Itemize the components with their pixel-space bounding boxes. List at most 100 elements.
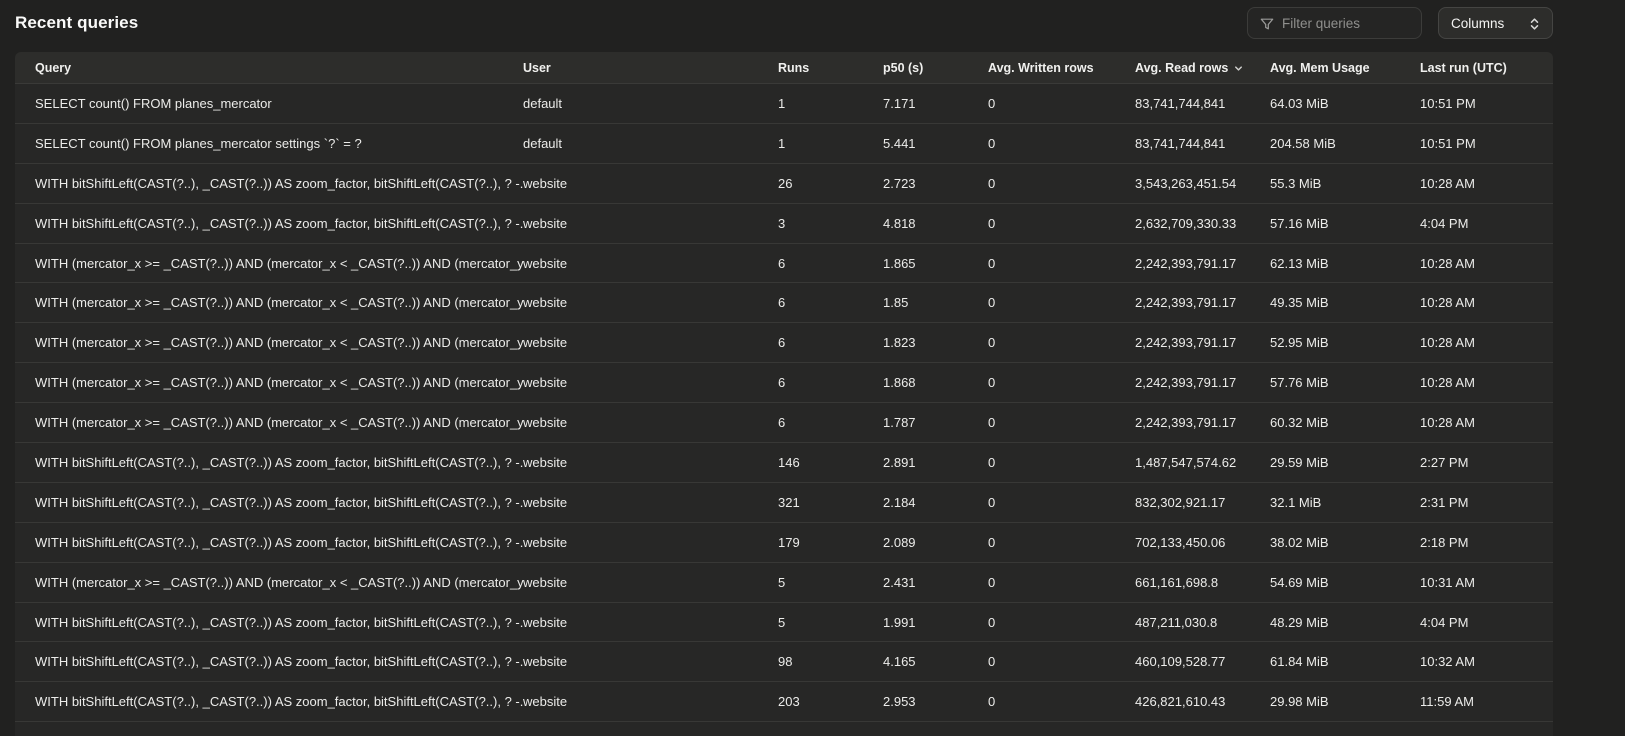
cell-p50: 1.868 — [883, 375, 988, 390]
cell-p50: 1.85 — [883, 295, 988, 310]
cell-written: 0 — [988, 256, 1135, 271]
query-row[interactable]: WITH (mercator_x >= _CAST(?..)) AND (mer… — [15, 244, 1553, 284]
cell-runs: 5 — [778, 615, 883, 630]
column-header-query[interactable]: Query — [15, 61, 523, 75]
cell-last_run: 10:28 AM — [1420, 375, 1553, 390]
cell-runs: 3 — [778, 216, 883, 231]
cell-user: default — [523, 136, 778, 151]
cell-runs: 6 — [778, 295, 883, 310]
cell-read: 1,487,547,574.62 — [1135, 455, 1270, 470]
cell-read: 661,161,698.8 — [1135, 575, 1270, 590]
cell-read: 2,242,393,791.17 — [1135, 415, 1270, 430]
chevron-down-icon — [1233, 63, 1244, 74]
cell-mem: 64.03 MiB — [1270, 96, 1420, 111]
cell-read: 702,133,450.06 — [1135, 535, 1270, 550]
column-header-read[interactable]: Avg. Read rows — [1135, 61, 1270, 75]
cell-last_run: 2:27 PM — [1420, 455, 1553, 470]
cell-written: 0 — [988, 535, 1135, 550]
cell-mem: 61.84 MiB — [1270, 654, 1420, 669]
cell-written: 0 — [988, 455, 1135, 470]
column-header-last_run[interactable]: Last run (UTC) — [1420, 61, 1553, 75]
cell-written: 0 — [988, 335, 1135, 350]
table-header-row: Query UserRuns p50 (s) Avg. Written rows Avg… — [15, 52, 1553, 84]
cell-user: website — [523, 455, 778, 470]
columns-select-label: Columns — [1451, 16, 1504, 31]
query-row[interactable]: WITH bitShiftLeft(CAST(?..), _CAST(?..))… — [15, 443, 1553, 483]
cell-query: WITH (mercator_x >= _CAST(?..)) AND (mer… — [15, 575, 523, 590]
cell-p50: 2.891 — [883, 455, 988, 470]
cell-written: 0 — [988, 615, 1135, 630]
table-body: SELECT count() FROM planes_mercatordefau… — [15, 84, 1553, 722]
cell-user: website — [523, 535, 778, 550]
cell-read: 426,821,610.43 — [1135, 694, 1270, 709]
cell-runs: 6 — [778, 256, 883, 271]
query-row[interactable]: WITH (mercator_x >= _CAST(?..)) AND (mer… — [15, 283, 1553, 323]
cell-user: website — [523, 654, 778, 669]
query-row[interactable]: WITH bitShiftLeft(CAST(?..), _CAST(?..))… — [15, 682, 1553, 722]
column-header-label: Runs — [778, 61, 809, 75]
column-header-user[interactable]: User — [523, 61, 778, 75]
query-row[interactable]: WITH (mercator_x >= _CAST(?..)) AND (mer… — [15, 323, 1553, 363]
query-row[interactable]: WITH bitShiftLeft(CAST(?..), _CAST(?..))… — [15, 523, 1553, 563]
query-row[interactable]: WITH bitShiftLeft(CAST(?..), _CAST(?..))… — [15, 642, 1553, 682]
column-header-label: Last run (UTC) — [1420, 61, 1507, 75]
cell-mem: 49.35 MiB — [1270, 295, 1420, 310]
cell-read: 83,741,744,841 — [1135, 96, 1270, 111]
cell-runs: 1 — [778, 96, 883, 111]
cell-p50: 2.953 — [883, 694, 988, 709]
cell-query: WITH bitShiftLeft(CAST(?..), _CAST(?..))… — [15, 694, 523, 709]
cell-query: SELECT count() FROM planes_mercator sett… — [15, 136, 523, 151]
cell-runs: 6 — [778, 375, 883, 390]
table-row-partial — [15, 722, 1553, 736]
column-header-label: Query — [35, 61, 71, 75]
query-row[interactable]: WITH bitShiftLeft(CAST(?..), _CAST(?..))… — [15, 164, 1553, 204]
cell-runs: 146 — [778, 455, 883, 470]
cell-read: 2,242,393,791.17 — [1135, 295, 1270, 310]
query-row[interactable]: WITH (mercator_x >= _CAST(?..)) AND (mer… — [15, 363, 1553, 403]
cell-query: WITH (mercator_x >= _CAST(?..)) AND (mer… — [15, 415, 523, 430]
cell-p50: 1.823 — [883, 335, 988, 350]
columns-select[interactable]: Columns — [1438, 7, 1553, 39]
cell-runs: 321 — [778, 495, 883, 510]
cell-read: 2,242,393,791.17 — [1135, 375, 1270, 390]
cell-p50: 1.787 — [883, 415, 988, 430]
cell-read: 3,543,263,451.54 — [1135, 176, 1270, 191]
query-row[interactable]: SELECT count() FROM planes_mercatordefau… — [15, 84, 1553, 124]
column-header-label: Avg. Mem Usage — [1270, 61, 1370, 75]
column-header-runs[interactable]: Runs — [778, 61, 883, 75]
cell-written: 0 — [988, 694, 1135, 709]
cell-mem: 204.58 MiB — [1270, 136, 1420, 151]
cell-mem: 62.13 MiB — [1270, 256, 1420, 271]
cell-runs: 98 — [778, 654, 883, 669]
cell-mem: 57.76 MiB — [1270, 375, 1420, 390]
page-title: Recent queries — [15, 13, 138, 33]
query-row[interactable]: WITH (mercator_x >= _CAST(?..)) AND (mer… — [15, 563, 1553, 603]
cell-mem: 60.32 MiB — [1270, 415, 1420, 430]
cell-written: 0 — [988, 495, 1135, 510]
query-row[interactable]: WITH bitShiftLeft(CAST(?..), _CAST(?..))… — [15, 483, 1553, 523]
query-row[interactable]: WITH (mercator_x >= _CAST(?..)) AND (mer… — [15, 403, 1553, 443]
cell-runs: 1 — [778, 136, 883, 151]
column-header-label: p50 (s) — [883, 61, 923, 75]
column-header-label: Avg. Written rows — [988, 61, 1094, 75]
filter-queries-input[interactable]: Filter queries — [1247, 7, 1422, 39]
cell-mem: 38.02 MiB — [1270, 535, 1420, 550]
cell-read: 832,302,921.17 — [1135, 495, 1270, 510]
cell-mem: 54.69 MiB — [1270, 575, 1420, 590]
query-row[interactable]: SELECT count() FROM planes_mercator sett… — [15, 124, 1553, 164]
column-header-written[interactable]: Avg. Written rows — [988, 61, 1135, 75]
cell-last_run: 11:59 AM — [1420, 694, 1553, 709]
column-header-p50[interactable]: p50 (s) — [883, 61, 988, 75]
cell-last_run: 4:04 PM — [1420, 615, 1553, 630]
cell-read: 2,632,709,330.33 — [1135, 216, 1270, 231]
cell-p50: 2.184 — [883, 495, 988, 510]
query-row[interactable]: WITH bitShiftLeft(CAST(?..), _CAST(?..))… — [15, 603, 1553, 643]
cell-written: 0 — [988, 176, 1135, 191]
query-row[interactable]: WITH bitShiftLeft(CAST(?..), _CAST(?..))… — [15, 204, 1553, 244]
cell-last_run: 10:28 AM — [1420, 176, 1553, 191]
cell-user: website — [523, 375, 778, 390]
column-header-mem[interactable]: Avg. Mem Usage — [1270, 61, 1420, 75]
cell-query: WITH bitShiftLeft(CAST(?..), _CAST(?..))… — [15, 216, 523, 231]
cell-last_run: 4:04 PM — [1420, 216, 1553, 231]
cell-runs: 5 — [778, 575, 883, 590]
